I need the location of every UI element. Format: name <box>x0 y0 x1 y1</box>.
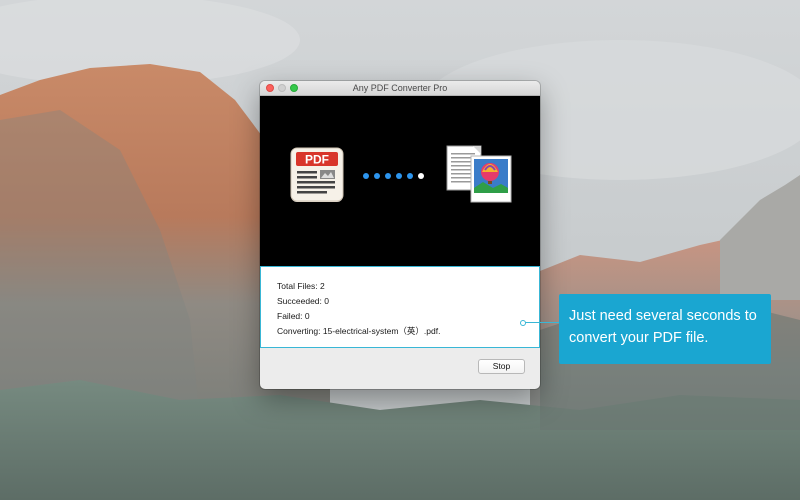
pdf-badge-text: PDF <box>305 153 329 167</box>
progress-dot <box>396 173 402 179</box>
progress-dot <box>407 173 413 179</box>
info-callout: Just need several seconds to convert you… <box>559 294 771 364</box>
failed-text: Failed: 0 <box>277 311 310 321</box>
total-files-text: Total Files: 2 <box>277 281 325 291</box>
callout-line-2: convert your PDF file. <box>569 330 709 346</box>
progress-dot <box>363 173 369 179</box>
image-file-icon <box>446 145 512 203</box>
window-title: Any PDF Converter Pro <box>352 83 448 93</box>
callout-anchor-dot <box>520 320 526 326</box>
stop-button[interactable]: Stop <box>478 359 525 374</box>
progress-dot <box>385 173 391 179</box>
progress-dot <box>374 173 380 179</box>
callout-line-1: Just need several seconds to <box>569 308 757 324</box>
succeeded-text: Succeeded: 0 <box>277 296 329 306</box>
pdf-document-icon: PDF <box>290 147 344 202</box>
conversion-animation-area: PDF <box>260 96 540 266</box>
callout-connector-line <box>525 322 559 323</box>
title-bar[interactable]: Any PDF Converter Pro <box>260 81 540 96</box>
converting-file-text: Converting: 15-electrical-system（英）.pdf. <box>277 326 441 336</box>
progress-dots <box>363 173 429 181</box>
app-window: Any PDF Converter Pro PDF Total Files: 2… <box>260 81 540 389</box>
progress-dot <box>418 173 424 179</box>
conversion-status-panel: Total Files: 2 Succeeded: 0 Failed: 0 Co… <box>260 266 540 348</box>
